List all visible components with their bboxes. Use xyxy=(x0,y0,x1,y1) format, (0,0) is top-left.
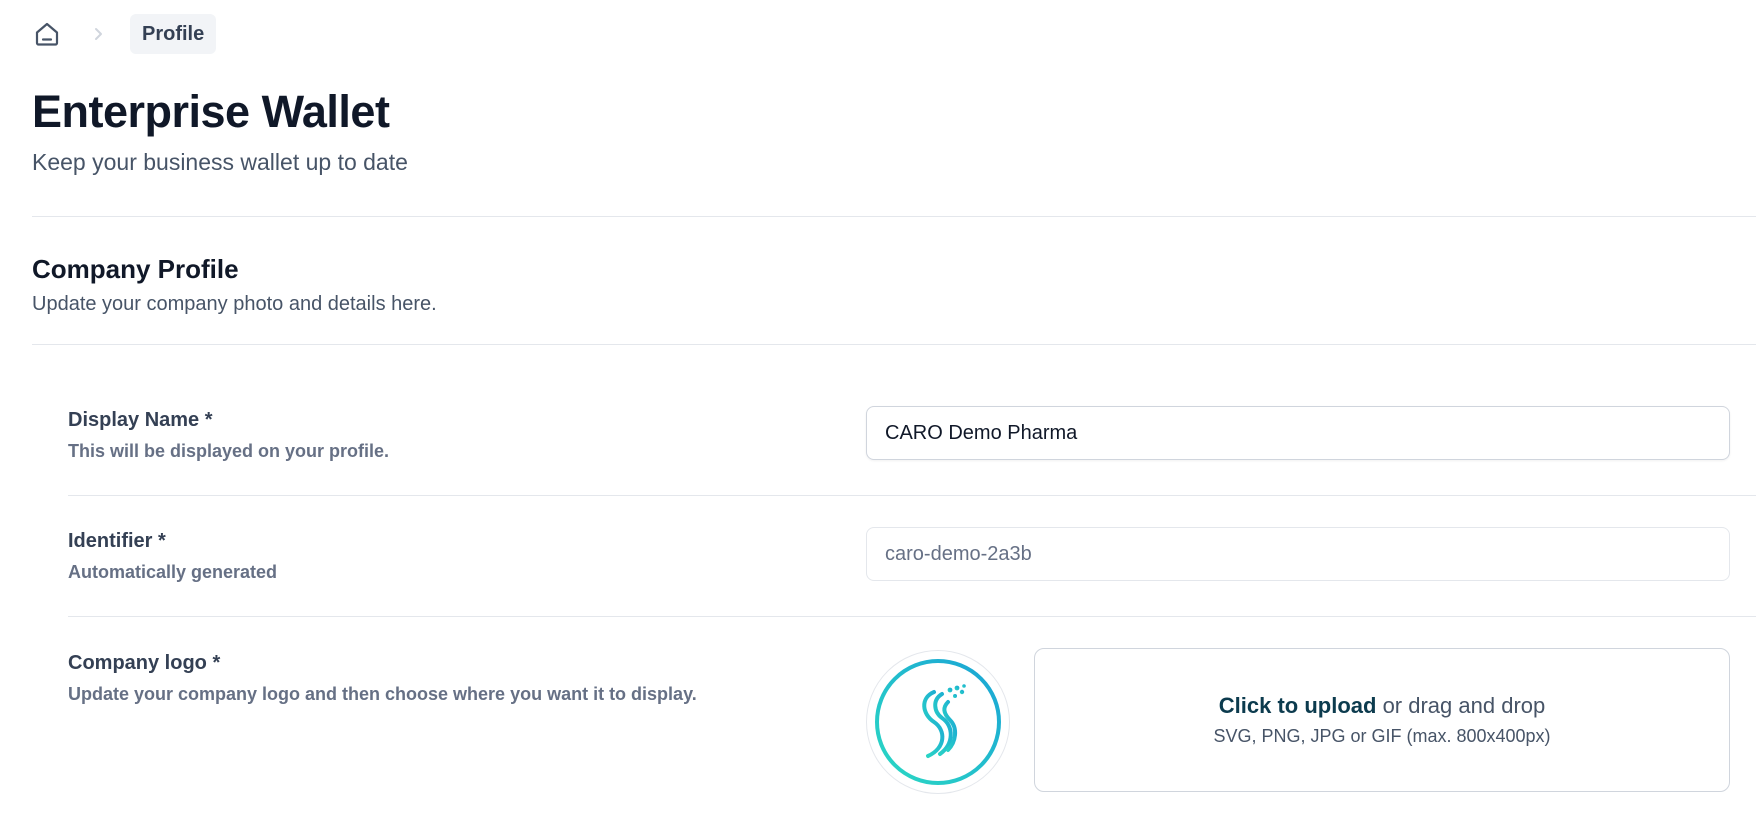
company-logo-avatar xyxy=(866,650,1010,794)
breadcrumb: Profile xyxy=(30,14,217,54)
section-title: Company Profile xyxy=(32,254,239,284)
section-subtitle: Update your company photo and details he… xyxy=(32,293,437,315)
identifier-input xyxy=(866,527,1730,581)
page: Profile Enterprise Wallet Keep your busi… xyxy=(0,0,1756,828)
display-name-hint: This will be displayed on your profile. xyxy=(68,441,390,461)
upload-instructions: Click to upload or drag and drop xyxy=(1219,691,1545,721)
display-name-input[interactable] xyxy=(866,406,1730,460)
upload-drag-text: or drag and drop xyxy=(1376,693,1546,718)
breadcrumb-current[interactable]: Profile xyxy=(130,14,217,54)
logo-upload-dropzone[interactable]: Click to upload or drag and drop SVG, PN… xyxy=(1034,648,1730,792)
click-to-upload-link[interactable]: Click to upload xyxy=(1219,693,1377,718)
home-icon xyxy=(35,22,59,46)
upload-format-hint: SVG, PNG, JPG or GIF (max. 800x400px) xyxy=(1213,726,1551,746)
identifier-hint: Automatically generated xyxy=(68,562,278,582)
company-logo-image xyxy=(875,659,1001,785)
page-title: Enterprise Wallet xyxy=(32,86,390,137)
chevron-right-icon xyxy=(86,22,110,46)
header-divider xyxy=(32,216,1756,217)
company-logo-label: Company logo * xyxy=(68,652,221,674)
home-button[interactable] xyxy=(30,17,64,51)
row-divider xyxy=(68,616,1756,617)
row-divider xyxy=(68,495,1756,496)
identifier-label: Identifier * xyxy=(68,530,166,552)
display-name-label: Display Name * xyxy=(68,409,213,431)
company-logo-hint: Update your company logo and then choose… xyxy=(68,684,697,704)
page-subtitle: Keep your business wallet up to date xyxy=(32,149,408,175)
section-divider xyxy=(32,344,1756,345)
